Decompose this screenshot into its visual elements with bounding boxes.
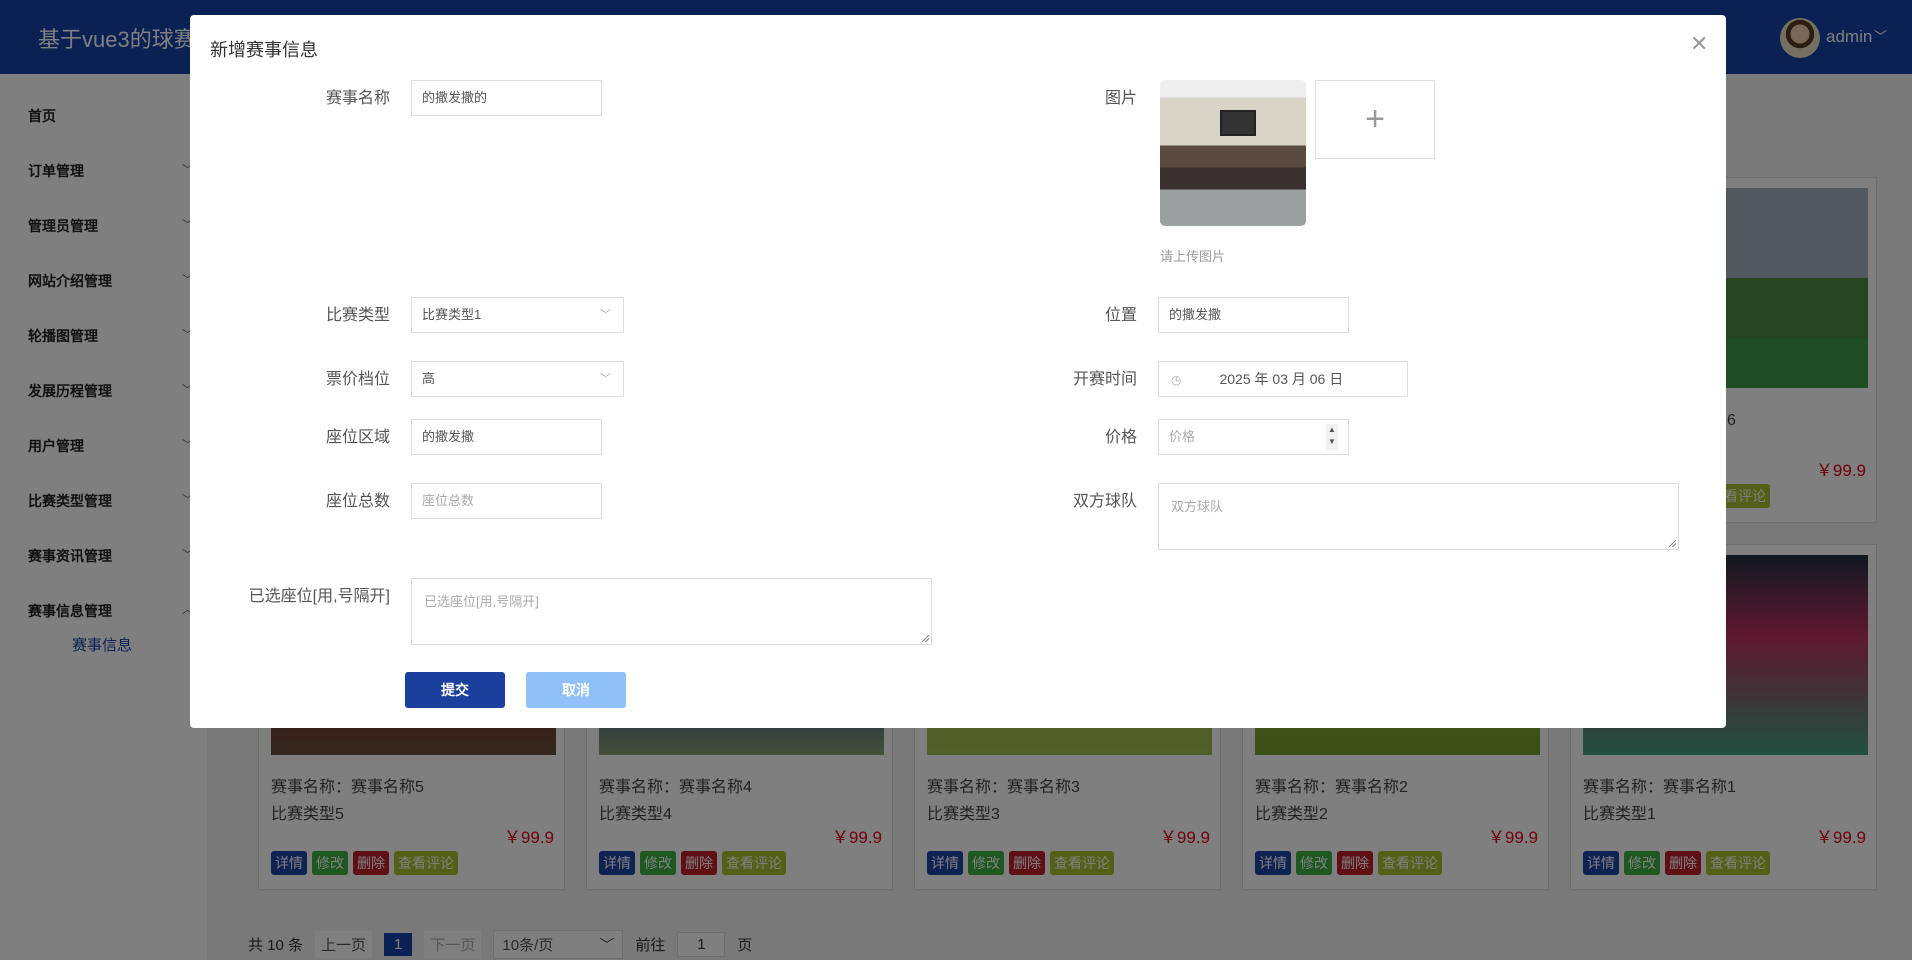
start-time-value: 2025 年 03 月 06 日 <box>1219 371 1344 387</box>
price-tier-select[interactable]: 高 ﹀ <box>411 361 624 397</box>
label-type: 比赛类型 <box>325 307 390 324</box>
type-value: 比赛类型1 <box>422 307 482 322</box>
name-input[interactable]: 的撒发撒的 <box>411 80 602 116</box>
label-selected-seats: 已选座位[用,号隔开] <box>248 588 390 605</box>
uploaded-image-thumbnail[interactable] <box>1160 80 1306 226</box>
label-price-tier: 票价档位 <box>325 371 390 388</box>
number-spinner[interactable]: ▲ ▼ <box>1326 424 1338 450</box>
label-seat-total: 座位总数 <box>325 493 390 510</box>
close-icon[interactable]: ✕ <box>1690 31 1708 57</box>
type-select[interactable]: 比赛类型1 ﹀ <box>411 297 624 333</box>
upload-hint: 请上传图片 <box>1160 249 1226 264</box>
seat-total-input[interactable]: 座位总数 <box>411 483 602 519</box>
clock-icon: ◷ <box>1171 373 1182 387</box>
label-seat-area: 座位区域 <box>325 429 390 446</box>
upload-plus-button[interactable]: + <box>1315 80 1435 159</box>
start-time-picker[interactable]: ◷ 2025 年 03 月 06 日 <box>1158 361 1408 397</box>
add-match-dialog: 新增赛事信息 ✕ 赛事名称 的撒发撒的 比赛类型 比赛类型1 ﹀ 票价档位 高 ﹀ … <box>190 15 1726 728</box>
submit-button[interactable]: 提交 <box>405 672 505 708</box>
label-teams: 双方球队 <box>1072 493 1137 510</box>
dialog-title: 新增赛事信息 <box>210 40 318 60</box>
price-tier-value: 高 <box>422 371 436 386</box>
chevron-down-icon: ﹀ <box>600 309 611 321</box>
cancel-button[interactable]: 取消 <box>526 672 626 708</box>
price-input[interactable]: 价格 ▲ ▼ <box>1158 419 1349 455</box>
location-input[interactable]: 的撒发撒 <box>1158 297 1349 333</box>
seat-area-input[interactable]: 的撒发撒 <box>411 419 602 455</box>
image-detail <box>1220 110 1256 136</box>
label-price: 价格 <box>1104 429 1137 446</box>
price-placeholder: 价格 <box>1169 429 1196 444</box>
label-start-time: 开赛时间 <box>1072 371 1137 388</box>
teams-textarea[interactable]: 双方球队 <box>1158 483 1679 550</box>
label-image: 图片 <box>1104 90 1137 107</box>
chevron-down-icon: ﹀ <box>600 373 611 385</box>
selected-seats-textarea[interactable]: 已选座位[用,号隔开] <box>411 578 932 645</box>
label-location: 位置 <box>1104 307 1137 324</box>
label-name: 赛事名称 <box>325 90 390 107</box>
